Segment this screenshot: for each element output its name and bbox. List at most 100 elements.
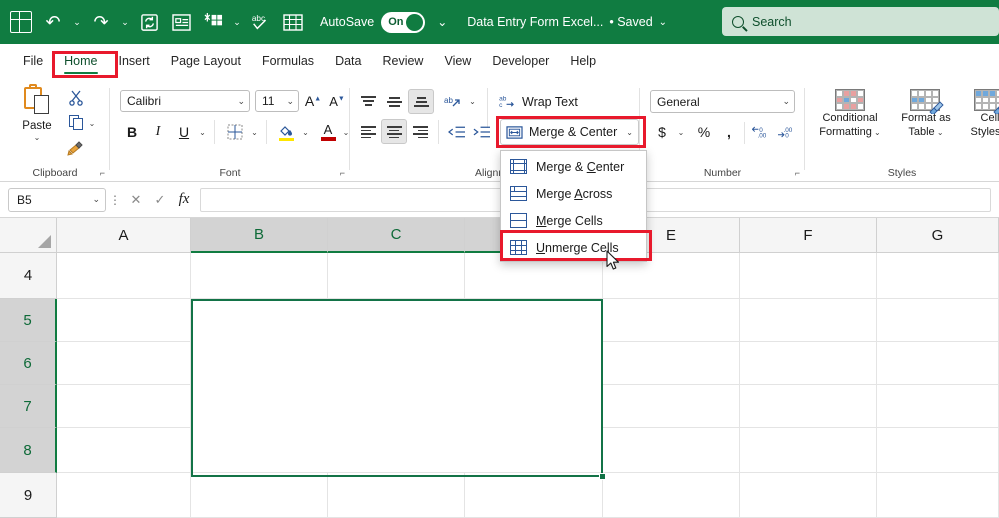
font-color-button[interactable]: A xyxy=(316,120,340,144)
align-right-button[interactable] xyxy=(408,120,432,143)
fill-color-button[interactable] xyxy=(273,120,299,144)
menu-item-merge-and-center[interactable]: Merge & Center xyxy=(501,153,646,180)
align-bottom-button[interactable] xyxy=(408,89,434,114)
cell-styles-button[interactable]: Cell Styles ⌄ xyxy=(961,84,999,154)
align-middle-button[interactable] xyxy=(382,90,406,113)
merge-and-center-button[interactable]: Merge & Center ⌄ xyxy=(500,119,639,145)
name-box[interactable]: B5 ⌄ xyxy=(8,187,106,212)
clipboard-dialog-launcher[interactable]: ⌐ xyxy=(100,168,105,178)
copy-caret-icon[interactable]: ⌄ xyxy=(86,111,98,135)
cut-button[interactable] xyxy=(64,86,88,110)
tab-data[interactable]: Data xyxy=(326,50,370,72)
save-status-caret-icon[interactable]: ⌄ xyxy=(659,17,667,28)
table-icon[interactable] xyxy=(278,7,308,37)
currency-caret-icon[interactable]: ⌄ xyxy=(674,120,688,144)
search-input[interactable]: Search xyxy=(722,7,999,36)
qat-more-icon[interactable]: ⌄ xyxy=(435,7,449,37)
column-header-g[interactable]: G xyxy=(877,218,999,253)
cell[interactable] xyxy=(328,253,465,299)
row-header-9[interactable]: 9 xyxy=(0,473,57,518)
cell[interactable] xyxy=(191,299,603,473)
form-icon[interactable] xyxy=(166,7,196,37)
document-title-area[interactable]: Data Entry Form Excel... • Saved ⌄ xyxy=(467,15,667,29)
column-header-a[interactable]: A xyxy=(57,218,191,253)
autosave-control[interactable]: AutoSave On xyxy=(320,11,426,33)
align-top-button[interactable] xyxy=(356,90,380,113)
font-dialog-launcher[interactable]: ⌐ xyxy=(340,168,345,178)
bold-button[interactable]: B xyxy=(120,120,144,144)
font-size-caret-icon[interactable]: ⌄ xyxy=(286,96,294,107)
row-header-6[interactable]: 6 xyxy=(0,342,57,385)
row-header-5[interactable]: 5 xyxy=(0,299,57,342)
new-sheet-caret-icon[interactable]: ⌄ xyxy=(230,7,244,37)
tab-view[interactable]: View xyxy=(435,50,480,72)
column-header-f[interactable]: F xyxy=(740,218,877,253)
column-header-c[interactable]: C xyxy=(328,218,465,253)
column-header-b[interactable]: B xyxy=(191,218,328,253)
row-header-4[interactable]: 4 xyxy=(0,253,57,299)
cell[interactable] xyxy=(191,473,328,518)
number-format-caret-icon[interactable]: ⌄ xyxy=(782,96,790,107)
comma-button[interactable]: , xyxy=(718,120,740,144)
number-dialog-launcher[interactable]: ⌐ xyxy=(795,168,800,178)
insert-function-button[interactable]: fx xyxy=(172,188,196,212)
cell[interactable] xyxy=(328,473,465,518)
tab-review[interactable]: Review xyxy=(373,50,432,72)
cell[interactable] xyxy=(57,299,191,342)
percent-button[interactable]: % xyxy=(692,120,716,144)
cell[interactable] xyxy=(191,253,328,299)
format-as-table-button[interactable]: Format as Table ⌄ xyxy=(893,84,959,154)
underline-caret-icon[interactable]: ⌄ xyxy=(196,120,209,144)
cell[interactable] xyxy=(57,428,191,473)
cell[interactable] xyxy=(877,428,999,473)
cell[interactable] xyxy=(740,385,877,428)
cancel-formula-button[interactable]: ✕ xyxy=(124,188,148,212)
fill-handle[interactable] xyxy=(599,473,606,480)
row-header-8[interactable]: 8 xyxy=(0,428,57,473)
increase-decimal-button[interactable]: 0.00 xyxy=(750,120,774,144)
tab-insert[interactable]: Insert xyxy=(110,50,159,72)
decrease-decimal-button[interactable]: .00 0 xyxy=(776,120,800,144)
currency-button[interactable]: $ xyxy=(650,120,674,144)
cell[interactable] xyxy=(57,473,191,518)
cell[interactable] xyxy=(877,473,999,518)
wrap-text-button[interactable]: ab c Wrap Text xyxy=(495,89,615,114)
decrease-indent-button[interactable] xyxy=(444,120,468,143)
menu-item-merge-cells[interactable]: Merge Cells xyxy=(501,207,646,234)
cell[interactable] xyxy=(465,473,603,518)
conditional-formatting-button[interactable]: Conditional Formatting ⌄ xyxy=(811,84,889,154)
cell[interactable] xyxy=(603,299,740,342)
autosave-toggle[interactable]: On xyxy=(381,11,426,33)
enter-formula-button[interactable]: ✓ xyxy=(148,188,172,212)
tab-page-layout[interactable]: Page Layout xyxy=(162,50,250,72)
excel-app-icon[interactable] xyxy=(6,7,36,37)
cell[interactable] xyxy=(740,253,877,299)
select-all-corner[interactable] xyxy=(0,218,57,253)
underline-button[interactable]: U xyxy=(172,120,196,144)
cell[interactable] xyxy=(740,473,877,518)
cell[interactable] xyxy=(603,385,740,428)
number-format-select[interactable]: General ⌄ xyxy=(650,90,795,113)
orientation-button[interactable]: ab xyxy=(440,90,466,113)
redo-icon[interactable]: ↷ xyxy=(86,7,116,37)
paste-caret-icon[interactable]: ⌄ xyxy=(34,133,41,142)
format-painter-button[interactable] xyxy=(64,136,88,160)
tab-file[interactable]: File xyxy=(14,50,52,72)
align-left-button[interactable] xyxy=(356,120,380,143)
cell[interactable] xyxy=(603,342,740,385)
cell[interactable] xyxy=(740,299,877,342)
tab-home[interactable]: Home xyxy=(55,50,106,74)
cell[interactable] xyxy=(57,342,191,385)
cell[interactable] xyxy=(603,428,740,473)
borders-caret-icon[interactable]: ⌄ xyxy=(248,120,261,144)
redo-caret-icon[interactable]: ⌄ xyxy=(118,7,132,37)
undo-caret-icon[interactable]: ⌄ xyxy=(70,7,84,37)
new-sheet-icon[interactable] xyxy=(198,7,228,37)
save-refresh-icon[interactable] xyxy=(134,7,164,37)
increase-indent-button[interactable] xyxy=(469,120,493,143)
cell[interactable] xyxy=(603,473,740,518)
font-name-caret-icon[interactable]: ⌄ xyxy=(237,96,245,107)
paste-button[interactable]: Paste ⌄ xyxy=(12,84,62,168)
align-center-button[interactable] xyxy=(381,119,407,144)
decrease-font-size-button[interactable]: A▼ xyxy=(326,90,348,112)
